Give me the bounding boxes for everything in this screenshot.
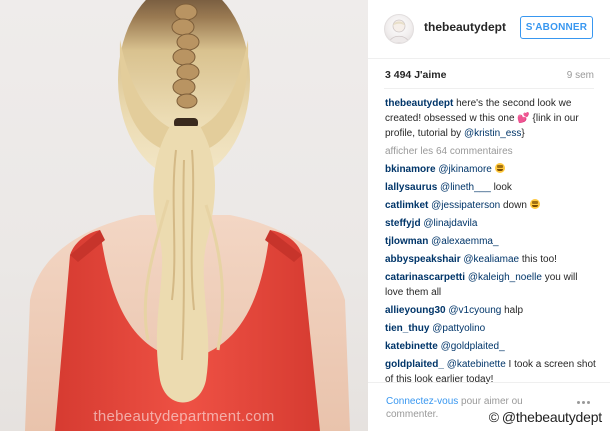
comment-username[interactable]: allieyoung30 — [385, 305, 446, 316]
comment-username[interactable]: bkinamore — [385, 164, 436, 175]
comment-username[interactable]: goldplaited_ — [385, 359, 444, 370]
comment-mention[interactable]: @kaleigh_noelle — [468, 272, 542, 283]
comment-mention[interactable]: @katebinette — [447, 359, 506, 370]
post-sidebar: thebeautydept S'ABONNER 3 494 J'aime 9 s… — [368, 0, 610, 431]
grinning-face-icon — [494, 163, 505, 173]
comment-text: look — [490, 182, 512, 193]
credit-text: @thebeautydept — [501, 409, 602, 425]
profile-avatar-icon[interactable] — [384, 14, 414, 44]
comment-mention[interactable]: @alexaemma_ — [431, 236, 498, 247]
comment-item: tien_thuy @pattyolino — [385, 321, 597, 336]
caption-username[interactable]: thebeautydept — [385, 98, 453, 109]
more-options-icon[interactable] — [577, 397, 595, 407]
comment-item: lallysaurus @lineth___ look — [385, 180, 597, 195]
comment-item: bkinamore @jkinamore — [385, 162, 597, 177]
comment-text: down — [500, 200, 530, 211]
stats-divider — [384, 88, 594, 89]
photo-watermark: thebeautydepartment.com — [93, 408, 275, 425]
two-hearts-icon: 💕 — [517, 113, 530, 124]
comment-username[interactable]: catlimket — [385, 200, 428, 211]
caption-end: } — [521, 128, 525, 139]
grinning-face-icon — [529, 199, 540, 209]
comment-list: thebeautydept here's the second look we … — [385, 96, 597, 390]
follow-button[interactable]: S'ABONNER — [520, 16, 593, 39]
comment-mention[interactable]: @kealiamae — [463, 254, 519, 265]
comment-item: katebinette @goldplaited_ — [385, 339, 597, 354]
image-credit: © @thebeautydept — [489, 409, 602, 425]
likes-count[interactable]: 3 494 J'aime — [385, 69, 446, 81]
copyright-icon: © — [488, 409, 499, 425]
post-caption: thebeautydept here's the second look we … — [385, 96, 597, 141]
caption-mention[interactable]: @kristin_ess — [464, 128, 521, 139]
comment-text: halp — [501, 305, 524, 316]
comment-username[interactable]: lallysaurus — [385, 182, 437, 193]
comment-username[interactable]: tjlowman — [385, 236, 428, 247]
post-photo[interactable]: thebeautydepartment.com — [0, 0, 368, 431]
comment-item: catarinascarpetti @kaleigh_noelle you wi… — [385, 270, 597, 300]
post-time[interactable]: 9 sem — [567, 70, 594, 81]
comment-mention[interactable]: @lineth___ — [440, 182, 491, 193]
comment-mention[interactable]: @goldplaited_ — [441, 341, 505, 352]
comment-item: tjlowman @alexaemma_ — [385, 234, 597, 249]
comment-item: catlimket @jessipaterson down — [385, 198, 597, 213]
comment-mention[interactable]: @v1cyoung — [448, 305, 501, 316]
comment-text: this too! — [519, 254, 557, 265]
comment-mention[interactable]: @jessipaterson — [431, 200, 500, 211]
comment-username[interactable]: tien_thuy — [385, 323, 429, 334]
post-stats: 3 494 J'aime 9 sem — [384, 68, 594, 84]
comment-username[interactable]: abbyspeakshair — [385, 254, 461, 265]
comment-mention[interactable]: @pattyolino — [432, 323, 485, 334]
post-header: thebeautydept S'ABONNER — [368, 0, 610, 59]
comment-username[interactable]: katebinette — [385, 341, 438, 352]
comment-item: abbyspeakshair @kealiamae this too! — [385, 252, 597, 267]
braided-ponytail-photo-icon — [25, 0, 350, 431]
load-more-comments[interactable]: afficher les 64 commentaires — [385, 144, 597, 159]
comment-username[interactable]: steffyjd — [385, 218, 421, 229]
post-username[interactable]: thebeautydept — [424, 20, 506, 34]
comment-item: steffyjd @linajdavila — [385, 216, 597, 231]
comment-item: allieyoung30 @v1cyoung halp — [385, 303, 597, 318]
login-link[interactable]: Connectez-vous — [386, 396, 458, 407]
comment-mention[interactable]: @jkinamore — [438, 164, 492, 175]
comment-mention[interactable]: @linajdavila — [423, 218, 477, 229]
comment-username[interactable]: catarinascarpetti — [385, 272, 465, 283]
